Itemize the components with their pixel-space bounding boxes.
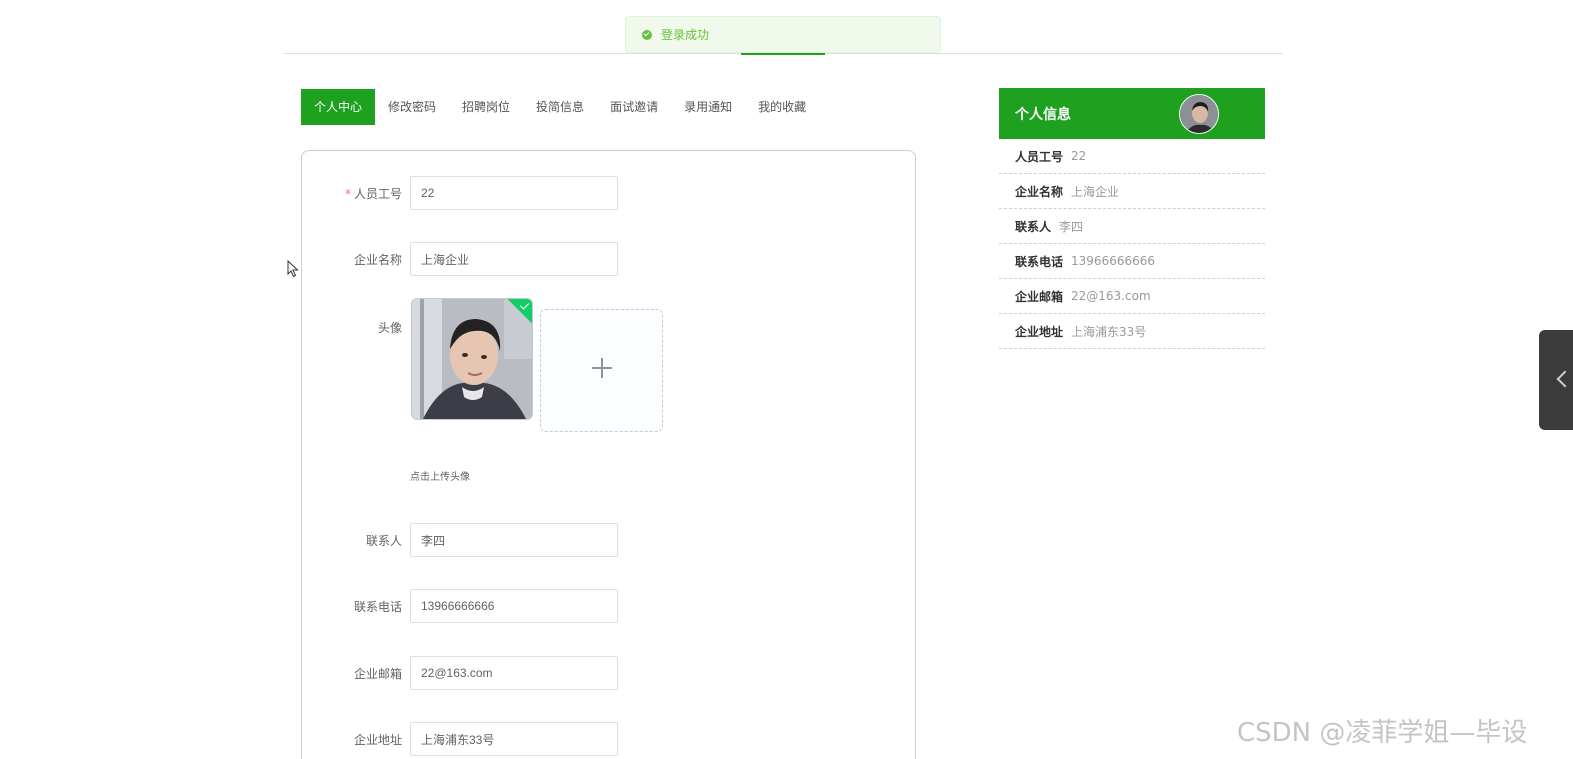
- staff-id-input[interactable]: [410, 176, 618, 210]
- toast-message: 登录成功: [661, 28, 710, 42]
- avatar: [1179, 93, 1219, 134]
- info-row-phone: 联系电话 13966666666: [999, 244, 1265, 279]
- side-drawer-toggle[interactable]: [1539, 330, 1573, 430]
- info-key: 企业邮箱: [1015, 289, 1064, 304]
- form-row-email: 企业邮箱: [302, 656, 618, 690]
- info-key: 企业名称: [1015, 184, 1064, 199]
- info-row-contact: 联系人 李四: [999, 209, 1265, 244]
- phone-input[interactable]: [410, 589, 618, 623]
- company-name-label: 企业名称: [353, 252, 402, 267]
- user-center-tabs: 个人中心 修改密码 招聘岗位 投简信息 面试邀请 录用通知 我的收藏: [301, 89, 819, 125]
- company-name-input[interactable]: [410, 242, 618, 276]
- info-panel-title: 个人信息: [1015, 106, 1071, 123]
- success-check-icon: [642, 29, 652, 40]
- form-row-contact: 联系人: [302, 523, 618, 557]
- info-value: 22: [1071, 149, 1087, 163]
- avatar-label: 头像: [377, 321, 402, 335]
- plus-icon-bar: [592, 367, 612, 369]
- info-value: 22@163.com: [1071, 289, 1151, 303]
- tab-personal-center[interactable]: 个人中心: [301, 89, 376, 125]
- profile-form-card: *人员工号 企业名称 头像 点击上传头像 联系人: [301, 150, 916, 759]
- upload-tip: 点击上传头像: [410, 472, 470, 483]
- address-label: 企业地址: [353, 732, 402, 747]
- required-mark: *: [344, 186, 351, 201]
- mouse-cursor-icon: [287, 260, 299, 278]
- address-input[interactable]: [410, 722, 618, 756]
- staff-id-label: * 人员工号: [302, 185, 410, 202]
- form-row-company-name: 企业名称: [302, 242, 618, 276]
- tab-change-password[interactable]: 修改密码: [375, 89, 449, 125]
- avatar-upload-button[interactable]: [540, 309, 663, 432]
- staff-id-label-text: 人员工号: [353, 186, 402, 201]
- watermark: CSDN @凌菲学姐—毕设: [1237, 718, 1528, 748]
- tab-my-favorites[interactable]: 我的收藏: [745, 89, 819, 125]
- info-value: 李四: [1059, 219, 1084, 234]
- info-row-address: 企业地址 上海浦东33号: [999, 314, 1265, 349]
- info-value: 上海企业: [1071, 184, 1120, 199]
- uploaded-avatar-photo[interactable]: [411, 298, 533, 420]
- avatar-image: [1180, 94, 1218, 133]
- info-key: 人员工号: [1015, 149, 1064, 164]
- info-key: 联系人: [1015, 219, 1052, 234]
- tab-job-postings[interactable]: 招聘岗位: [449, 89, 523, 125]
- info-panel-header: 个人信息: [999, 88, 1265, 139]
- info-value: 13966666666: [1071, 254, 1155, 268]
- info-key: 联系电话: [1015, 254, 1064, 269]
- info-key: 企业地址: [1015, 324, 1064, 339]
- info-row-company-name: 企业名称 上海企业: [999, 174, 1265, 209]
- contact-input[interactable]: [410, 523, 618, 557]
- contact-label: 联系人: [365, 533, 402, 548]
- chevron-left-icon: [1556, 370, 1573, 388]
- info-value: 上海浦东33号: [1071, 324, 1147, 339]
- success-toast: 登录成功: [625, 16, 941, 53]
- personal-info-panel: 个人信息 人员工号 22 企业名称 上海企业 联系人 李四 联系电话 13966…: [999, 88, 1265, 349]
- info-row-staff-id: 人员工号 22: [999, 139, 1265, 174]
- phone-label: 联系电话: [353, 599, 402, 614]
- form-row-phone: 联系电话: [302, 589, 618, 623]
- avatar-photo-image: [412, 299, 532, 419]
- form-row-address: 企业地址: [302, 722, 618, 756]
- tab-offer-notices[interactable]: 录用通知: [671, 89, 745, 125]
- tab-interview-invitations[interactable]: 面试邀请: [597, 89, 671, 125]
- form-row-staff-id: * 人员工号: [302, 176, 618, 210]
- email-label: 企业邮箱: [353, 666, 402, 681]
- email-input[interactable]: [410, 656, 618, 690]
- tab-resume-submissions[interactable]: 投简信息: [523, 89, 597, 125]
- info-row-email: 企业邮箱 22@163.com: [999, 279, 1265, 314]
